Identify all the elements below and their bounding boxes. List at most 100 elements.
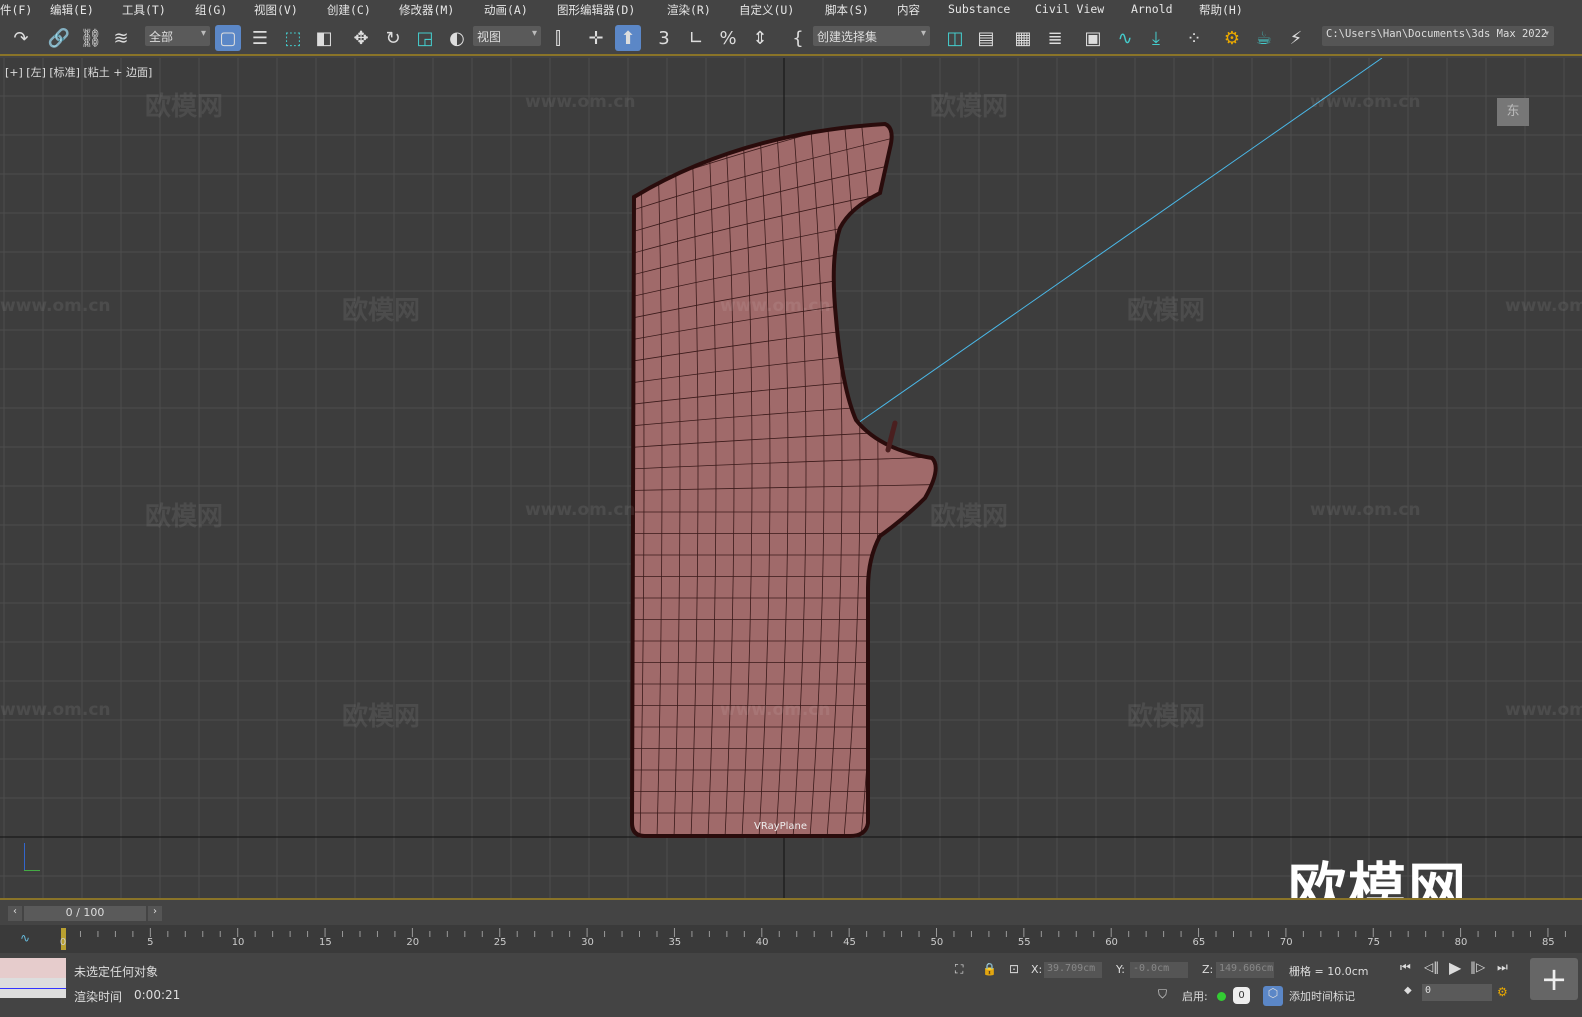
select-object-icon[interactable]: ▢ <box>215 25 241 51</box>
ruler-label: 35 <box>668 937 682 948</box>
current-frame-field[interactable]: 0 <box>1422 984 1492 1001</box>
menu-item[interactable]: 脚本(S) <box>825 0 869 20</box>
watermark: 欧模网 <box>145 92 224 122</box>
timeline-ruler[interactable]: ∿ 0 5 10 15 20 25 30 35 40 45 50 55 60 65 70 75 80 85 <box>0 925 1582 953</box>
named-selection-dropdown[interactable]: 创建选择集 <box>813 26 930 46</box>
status-bar: 未选定任何对象 渲染时间 0:00:21 ⛶ 🔒 ⊡ X: 39.709cm Y… <box>0 955 1582 1017</box>
z-label: Z: <box>1202 963 1214 976</box>
set-key-button[interactable]: + <box>1530 958 1578 1000</box>
menu-item[interactable]: 自定义(U) <box>739 0 794 20</box>
menu-item[interactable]: Arnold <box>1131 0 1173 18</box>
placement-icon[interactable]: ◐ <box>444 25 470 51</box>
link-icon[interactable]: 🔗 <box>46 25 72 51</box>
rect-selection-icon[interactable]: ⬚ <box>280 25 306 51</box>
grid-size: 栅格 = 10.0cm <box>1289 965 1369 978</box>
viewport-label[interactable]: [+] [左] [标准] [粘土 + 边面] <box>5 64 152 80</box>
watermark: 欧模网 <box>1127 296 1206 326</box>
ruler-label: 45 <box>843 937 856 948</box>
menu-item[interactable]: Substance <box>948 0 1010 18</box>
menu-item[interactable]: 动画(A) <box>484 0 528 20</box>
x-coordinate-field[interactable]: 39.709cm <box>1044 962 1102 978</box>
ref-coord-dropdown[interactable]: 视图 <box>473 26 541 46</box>
angle-snap-icon[interactable]: ∟ <box>683 25 709 51</box>
ruler-label: 25 <box>493 937 507 948</box>
ruler-label: 40 <box>755 937 769 948</box>
next-frame-button[interactable]: › <box>148 906 162 921</box>
menu-item[interactable]: 编辑(E) <box>50 0 94 20</box>
menu-item[interactable]: 件(F) <box>0 0 32 20</box>
time-slider-thumb[interactable]: 0 / 100 <box>24 906 146 921</box>
y-coordinate-field[interactable]: -0.0cm <box>1130 962 1188 978</box>
maxscript-listener[interactable] <box>0 958 66 998</box>
schematic-view-icon[interactable]: ⁘ <box>1181 25 1207 51</box>
watermark-url: www.om.cn <box>1505 296 1582 316</box>
ribbon-icon[interactable]: ▣ <box>1080 25 1106 51</box>
rendered-frame-window-icon[interactable]: ☕ <box>1251 25 1277 51</box>
z-coordinate-field[interactable]: 149.606cm <box>1216 962 1274 978</box>
menu-item[interactable]: 视图(V) <box>254 0 298 20</box>
time-slider[interactable]: ‹ 0 / 100 › <box>0 904 1582 924</box>
previous-frame-icon[interactable]: ◁‖ <box>1424 960 1439 974</box>
select-by-name-icon[interactable]: ☰ <box>247 25 273 51</box>
menu-item[interactable]: 工具(T) <box>122 0 166 20</box>
dope-sheet-icon[interactable]: ⤓ <box>1143 25 1169 51</box>
bind-space-warp-icon[interactable]: ≋ <box>108 25 134 51</box>
menu-item[interactable]: 图形编辑器(D) <box>557 0 635 20</box>
menu-bar: 件(F) 编辑(E) 工具(T) 组(G) 视图(V) 创建(C) 修改器(M) 动画(A) 图… <box>0 0 1582 19</box>
watermark-url: www.om.cn <box>720 700 831 720</box>
viewcube[interactable]: 东 <box>1497 98 1529 126</box>
shield-icon[interactable]: ⛉ <box>1158 987 1167 1002</box>
watermark-url: www.om.cn <box>1310 500 1421 520</box>
layer-explorer-icon[interactable]: ≣ <box>1042 25 1068 51</box>
absolute-mode-icon[interactable]: ⊡ <box>1009 962 1019 976</box>
viewport-grid <box>0 58 1582 898</box>
menu-item[interactable]: Civil View <box>1035 0 1104 18</box>
selection-filter-dropdown[interactable]: 全部 <box>145 26 210 46</box>
watermark-url: www.om.cn <box>720 296 831 316</box>
ruler-label: 75 <box>1367 937 1380 948</box>
go-to-end-icon[interactable]: ⏭ <box>1497 960 1508 975</box>
time-config-icon[interactable]: ⚙ <box>1497 985 1508 999</box>
edit-named-selection-icon[interactable]: { <box>785 25 811 51</box>
viewport-left[interactable]: [+] [左] [标准] [粘土 + 边面] 欧模网 欧模网 欧模网 欧模网 欧模网 欧模… <box>0 58 1582 900</box>
scale-icon[interactable]: ◲ <box>412 25 438 51</box>
render-setup-icon[interactable]: ⚙ <box>1219 25 1245 51</box>
scene-explorer-icon[interactable]: ▦ <box>1010 25 1036 51</box>
percent-snap-icon[interactable]: % <box>715 25 741 51</box>
mirror-icon[interactable]: ◫ <box>942 25 968 51</box>
snap-toggle-icon[interactable]: 3 <box>651 25 677 51</box>
align-icon[interactable]: ▤ <box>973 25 999 51</box>
window-crossing-icon[interactable]: ◧ <box>311 25 337 51</box>
keyboard-shortcut-icon[interactable]: ⬆ <box>615 25 641 51</box>
unlink-icon[interactable]: ⛓ <box>78 25 104 51</box>
enable-count-badge[interactable]: 0 <box>1233 987 1250 1004</box>
play-icon[interactable]: ▶ <box>1449 958 1461 977</box>
time-tag-icon[interactable]: ⬡ <box>1263 986 1283 1006</box>
go-to-start-icon[interactable]: ⏮ <box>1400 960 1411 975</box>
watermark-url: www.om.cn <box>0 296 111 316</box>
spinner-snap-icon[interactable]: ⇕ <box>747 25 773 51</box>
menu-item[interactable]: 修改器(M) <box>399 0 454 20</box>
watermark: 欧模网 <box>1127 702 1206 732</box>
redo-icon[interactable]: ↷ <box>8 25 34 51</box>
add-time-tag-link[interactable]: 添加时间标记 <box>1289 988 1355 1004</box>
curve-editor-icon[interactable]: ∿ <box>1112 25 1138 51</box>
move-icon[interactable]: ✥ <box>348 25 374 51</box>
next-frame-icon[interactable]: ‖▷ <box>1470 960 1485 974</box>
project-path-dropdown[interactable]: C:\Users\Han\Documents\3ds Max 2022 <box>1322 26 1554 46</box>
key-mode-icon[interactable]: ◆ <box>1404 985 1412 996</box>
menu-item[interactable]: 帮助(H) <box>1199 0 1243 20</box>
render-production-icon[interactable]: ⚡ <box>1283 25 1309 51</box>
menu-item[interactable]: 创建(C) <box>327 0 371 20</box>
watermark-logo: 欧模网 <box>1288 856 1469 900</box>
menu-item[interactable]: 组(G) <box>195 0 227 20</box>
prev-frame-button[interactable]: ‹ <box>8 906 22 921</box>
menu-item[interactable]: 渲染(R) <box>667 0 711 20</box>
manipulate-icon[interactable]: ✛ <box>583 25 609 51</box>
lock-icon[interactable]: 🔒 <box>982 962 997 976</box>
render-time-value: 0:00:21 <box>134 988 181 1002</box>
menu-item[interactable]: 内容 <box>897 0 920 20</box>
isolate-selection-icon[interactable]: ⛶ <box>955 962 963 977</box>
pivot-icon[interactable]: ⫿ <box>545 25 571 51</box>
rotate-icon[interactable]: ↻ <box>380 25 406 51</box>
